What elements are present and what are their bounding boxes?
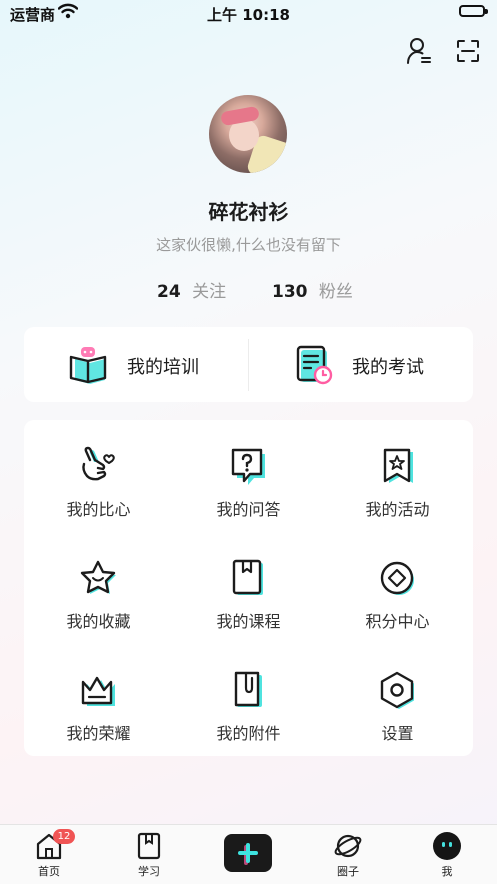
my-exam-label: 我的考试: [352, 357, 424, 378]
menu-item-finger-heart[interactable]: 我的比心: [24, 420, 173, 532]
my-exam-button[interactable]: 我的考试: [249, 327, 473, 402]
fans-stat[interactable]: 130 粉丝: [272, 277, 353, 302]
following-label: 关注: [192, 282, 227, 302]
menu-item-settings[interactable]: 设置: [323, 644, 472, 756]
scan-icon: [457, 40, 479, 62]
nickname: 碎花衬衫: [208, 200, 289, 224]
menu-item-courses[interactable]: 我的课程: [174, 532, 323, 644]
fans-count: 130: [272, 282, 308, 302]
quick-cards: 我的培训 我的考试: [24, 327, 473, 402]
study-book-icon: [137, 832, 161, 860]
me-face-icon: [433, 832, 461, 860]
user-settings-icon: [407, 38, 431, 64]
menu-label-settings: 设置: [381, 724, 414, 743]
activity-flag-icon: [383, 448, 413, 483]
tab-me-label: 我: [441, 865, 453, 878]
battery-icon: [459, 5, 488, 17]
menu-label-activity: 我的活动: [365, 500, 430, 519]
my-training-button[interactable]: 我的培训: [24, 327, 248, 402]
finger-heart-icon: [82, 446, 115, 481]
menu-item-attachments[interactable]: 我的附件: [174, 644, 323, 756]
user-settings-button[interactable]: [402, 34, 436, 68]
tab-bar: 12 首页 学习 圈子 我: [0, 824, 497, 884]
my-training-label: 我的培训: [127, 357, 199, 378]
menu-label-attachments: 我的附件: [216, 724, 281, 743]
following-stat[interactable]: 24 关注: [157, 277, 226, 302]
avatar[interactable]: [209, 95, 287, 173]
menu-item-qa[interactable]: 我的问答: [174, 420, 323, 532]
bio-text: 这家伙很懒,什么也没有留下: [156, 236, 341, 254]
menu-label-favorites: 我的收藏: [66, 612, 131, 631]
status-bar: 运营商 上午 10:18: [0, 0, 497, 26]
menu-item-activity[interactable]: 我的活动: [323, 420, 472, 532]
settings-hexagon-icon: [380, 671, 414, 709]
publish-button[interactable]: [224, 834, 272, 872]
tab-me[interactable]: 我: [412, 825, 482, 884]
tab-home-label: 首页: [38, 865, 60, 878]
menu-label-qa: 我的问答: [216, 500, 281, 519]
training-book-icon: [69, 347, 107, 384]
crown-icon: [81, 676, 115, 706]
attachment-icon: [234, 671, 262, 707]
planet-icon: [334, 834, 362, 858]
home-badge: 12: [53, 829, 75, 844]
tab-circle[interactable]: 圈子: [313, 825, 383, 884]
course-book-icon: [232, 559, 263, 595]
fans-label: 粉丝: [318, 282, 353, 302]
tab-circle-label: 圈子: [337, 865, 359, 878]
tab-home[interactable]: 12 首页: [14, 825, 84, 884]
scan-button[interactable]: [451, 34, 485, 68]
points-diamond-icon: [380, 561, 414, 595]
following-count: 24: [157, 282, 181, 302]
tab-study[interactable]: 学习: [114, 825, 184, 884]
exam-clock-icon: [296, 345, 333, 385]
question-icon: [231, 448, 265, 485]
menu-item-favorites[interactable]: 我的收藏: [24, 532, 173, 644]
tab-study-label: 学习: [138, 865, 160, 878]
menu-label-courses: 我的课程: [216, 612, 281, 631]
menu-label-honors: 我的荣耀: [66, 724, 131, 743]
star-icon: [80, 560, 116, 594]
clock: 上午 10:18: [207, 6, 290, 24]
menu-label-finger-heart: 我的比心: [66, 500, 131, 519]
menu-item-points[interactable]: 积分中心: [323, 532, 472, 644]
menu-label-points: 积分中心: [365, 612, 430, 631]
menu-grid: 我的比心 我的问答 我的活动 我的收藏 我的课程 积分中心 我的荣耀 我的附件 …: [24, 420, 473, 756]
menu-item-honors[interactable]: 我的荣耀: [24, 644, 173, 756]
